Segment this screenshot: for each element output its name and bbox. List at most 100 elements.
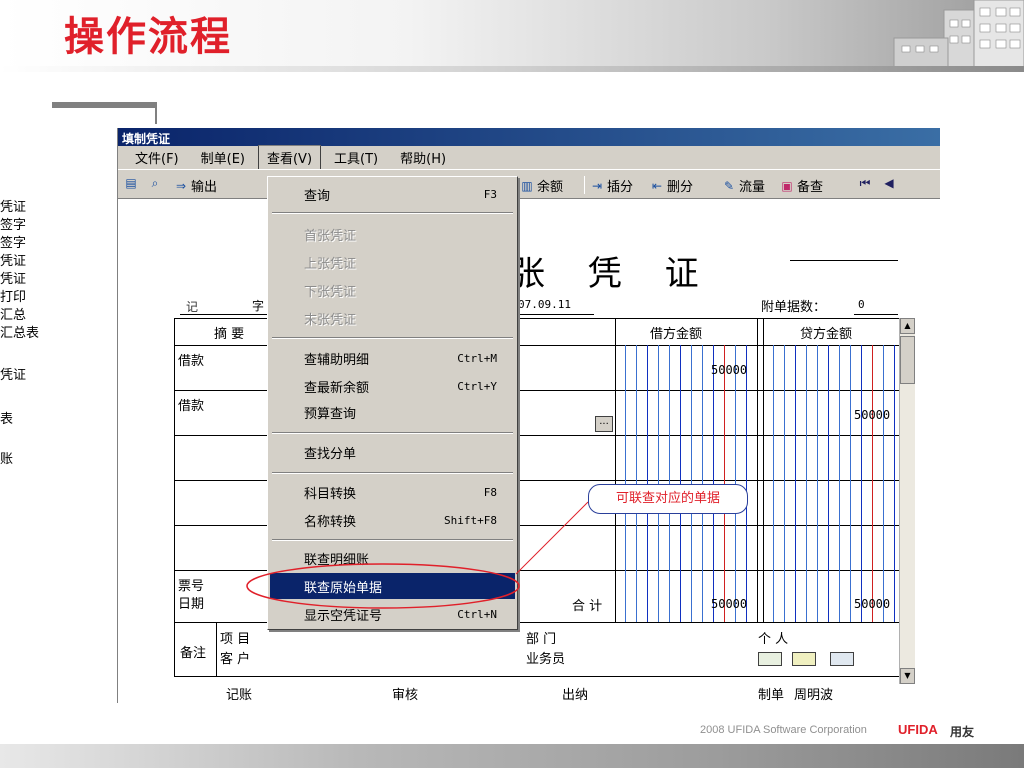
pencil-icon[interactable] — [830, 652, 854, 666]
menu-item-shortcut: Shift+F8 — [444, 513, 497, 527]
menu-item-query[interactable]: 查询 F3 — [270, 181, 515, 207]
grid-line — [615, 318, 616, 622]
digit-line — [773, 345, 774, 622]
menu-separator — [272, 337, 513, 339]
menu-separator — [272, 472, 513, 474]
footer-copyright: 2008 UFIDA Software Corporation — [700, 724, 867, 736]
menu-item-account-convert[interactable]: 科目转换 F8 — [270, 479, 515, 505]
row-summary[interactable]: 借款 — [178, 395, 204, 414]
maker-name: 周明波 — [794, 688, 834, 703]
scroll-thumb[interactable] — [900, 336, 915, 384]
decorative-bar — [52, 102, 156, 108]
attachment-underline — [854, 314, 898, 315]
toolbar: ▤ ⌕ ⇒ 输出 ▥ 余额 ⇥ 插分 ⇤ 删分 ✎ 流量 ▣ 备查 ⏮ ◀ — [118, 169, 940, 199]
nav-item[interactable]: 签字 — [0, 214, 26, 233]
first-record-button[interactable]: ⏮ — [858, 176, 872, 190]
menu-item-latest-balance[interactable]: 查最新余额 Ctrl+Y — [270, 373, 515, 399]
row-summary[interactable]: 借款 — [178, 350, 204, 369]
delete-split-button[interactable]: ⇤ 删分 — [650, 176, 694, 196]
menu-item-label: 预算查询 — [304, 406, 357, 422]
menu-item-linked-source-doc[interactable]: 联查原始单据 — [270, 573, 515, 599]
digit-line — [795, 345, 796, 622]
window-title: 填制凭证 — [118, 128, 940, 146]
voucher-body: 张 凭 证 记 字 07.09.11 附单据数： 0 摘 要 借方金额 贷方金额… — [118, 200, 940, 703]
voucher-window: 填制凭证 文件(F) 制单(E) 查看(V) 工具(T) 帮助(H) ▤ ⌕ ⇒… — [117, 128, 940, 703]
previous-record-button[interactable]: ◀ — [882, 176, 896, 190]
nav-item[interactable]: 凭证 — [0, 268, 26, 287]
credit-header: 贷方金额 — [800, 327, 853, 342]
voucher-type-field[interactable]: 记 — [186, 298, 198, 315]
card-icon[interactable] — [758, 652, 782, 666]
decorative-line — [155, 102, 157, 124]
balance-button[interactable]: ▥ 余额 — [520, 176, 564, 196]
department-label: 部 门 — [526, 632, 557, 647]
nav-item[interactable]: 凭证 — [0, 250, 26, 269]
menu-item-shortcut: Ctrl+Y — [457, 379, 497, 393]
digit-line — [872, 345, 873, 622]
flow-label: 流量 — [739, 180, 766, 195]
view-menu-dropdown: 查询 F3 首张凭证 上张凭证 下张凭证 末张凭证 查辅助明细 Ctrl+M 查最新… — [267, 176, 518, 630]
delete-label: 删分 — [667, 180, 694, 195]
menu-tools[interactable]: 工具(T) — [325, 145, 387, 170]
output-icon: ⇒ — [175, 178, 187, 193]
row-credit-amount[interactable]: 50000 — [854, 408, 890, 422]
nav-item[interactable]: 账 — [0, 448, 13, 467]
ellipsis-button[interactable]: ... — [595, 416, 613, 432]
flow-icon: ✎ — [723, 178, 735, 193]
menu-item-last-voucher: 末张凭证 — [270, 305, 515, 331]
menu-item-label: 联查原始单据 — [304, 580, 383, 596]
nav-item[interactable]: 打印 — [0, 286, 26, 305]
insert-label: 插分 — [607, 180, 634, 195]
attachment-count-field[interactable]: 0 — [858, 298, 865, 311]
backup-button[interactable]: ▣ 备查 — [780, 176, 823, 196]
salesman-label: 业务员 — [526, 652, 566, 667]
nav-item[interactable]: 凭证 — [0, 364, 26, 383]
nav-item[interactable]: 汇总表 — [0, 322, 39, 341]
balance-label: 余额 — [537, 180, 564, 195]
menu-view[interactable]: 查看(V) — [257, 145, 322, 170]
preview-button[interactable]: ⌕ — [148, 176, 162, 190]
menu-help[interactable]: 帮助(H) — [391, 145, 455, 170]
menu-item-shortcut: F3 — [483, 187, 497, 201]
row-debit-amount[interactable]: 50000 — [711, 363, 747, 377]
output-button[interactable]: ⇒ 输出 — [174, 176, 217, 196]
grid-line — [757, 318, 758, 622]
menu-item-aux-detail[interactable]: 查辅助明细 Ctrl+M — [270, 345, 515, 371]
project-label: 项 目 — [220, 632, 251, 647]
menu-item-budget-query[interactable]: 预算查询 — [270, 399, 515, 425]
nav-item[interactable]: 凭证 — [0, 196, 26, 215]
scroll-down-icon[interactable]: ▼ — [900, 668, 915, 684]
nav-item[interactable]: 汇总 — [0, 304, 26, 323]
grid-line — [174, 318, 175, 676]
nav-item[interactable]: 表 — [0, 408, 13, 427]
menu-item-label: 名称转换 — [304, 514, 357, 530]
menu-item-show-empty-number[interactable]: 显示空凭证号 Ctrl+N — [270, 601, 515, 627]
menu-file[interactable]: 文件(F) — [126, 145, 188, 170]
debit-header: 借方金额 — [650, 327, 703, 342]
bookkeeper-label: 记账 — [226, 688, 253, 703]
menu-item-find-split[interactable]: 查找分单 — [270, 439, 515, 465]
summary-header: 摘 要 — [214, 327, 245, 342]
menu-edit[interactable]: 制单(E) — [192, 145, 254, 170]
digit-line — [828, 345, 829, 622]
remark-label: 备注 — [180, 646, 207, 661]
insert-split-button[interactable]: ⇥ 插分 — [590, 176, 634, 196]
menu-item-linked-ledger[interactable]: 联查明细账 — [270, 545, 515, 571]
menu-item-name-convert[interactable]: 名称转换 Shift+F8 — [270, 507, 515, 533]
flow-button[interactable]: ✎ 流量 — [722, 176, 766, 196]
print-button[interactable]: ▤ — [124, 176, 138, 190]
menu-item-shortcut: Ctrl+N — [457, 607, 497, 621]
voucher-date-field[interactable]: 07.09.11 — [518, 298, 571, 311]
date-label: 日期 — [178, 597, 205, 612]
auditor-label: 审核 — [392, 688, 419, 703]
nav-item[interactable]: 签字 — [0, 232, 26, 251]
digit-line — [850, 345, 851, 622]
vertical-scrollbar[interactable]: ▲ ▼ — [899, 318, 915, 684]
ledger-icon[interactable] — [792, 652, 816, 666]
menu-item-shortcut: Ctrl+M — [457, 351, 497, 365]
menu-item-next-voucher: 下张凭证 — [270, 277, 515, 303]
grid-line — [174, 676, 899, 677]
customer-label: 客 户 — [220, 652, 251, 667]
scroll-up-icon[interactable]: ▲ — [900, 318, 915, 334]
cashier-label: 出纳 — [562, 688, 589, 703]
